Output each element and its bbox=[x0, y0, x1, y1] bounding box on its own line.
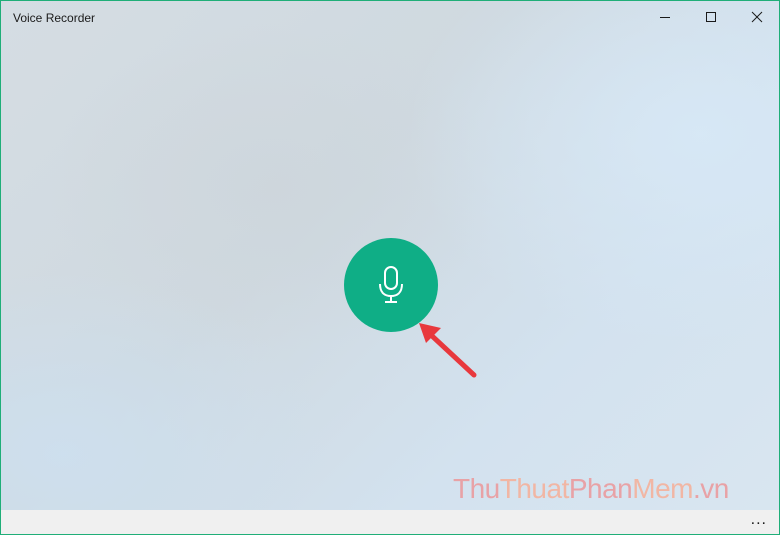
app-window: Voice Recorder ThuThuatPhanMem.vn ... bbox=[0, 0, 780, 535]
microphone-icon bbox=[379, 266, 403, 303]
watermark-part: Thuat bbox=[499, 473, 570, 504]
maximize-button[interactable] bbox=[688, 1, 734, 33]
record-button[interactable] bbox=[344, 238, 438, 332]
title-bar[interactable]: Voice Recorder bbox=[1, 1, 779, 35]
watermark-part: Phan bbox=[568, 473, 633, 504]
command-bar: ... bbox=[1, 510, 779, 534]
app-title: Voice Recorder bbox=[13, 11, 96, 25]
more-options-button[interactable]: ... bbox=[751, 512, 767, 528]
close-icon bbox=[751, 11, 763, 23]
watermark-part: .vn bbox=[693, 473, 729, 504]
maximize-icon bbox=[706, 12, 716, 22]
watermark-part: Mem bbox=[632, 473, 693, 504]
close-button[interactable] bbox=[734, 1, 779, 33]
minimize-button[interactable] bbox=[642, 1, 688, 33]
watermark-part: Thu bbox=[453, 473, 500, 504]
recorder-canvas bbox=[1, 35, 779, 510]
minimize-icon bbox=[660, 17, 670, 18]
watermark: ThuThuatPhanMem.vn bbox=[453, 473, 729, 505]
